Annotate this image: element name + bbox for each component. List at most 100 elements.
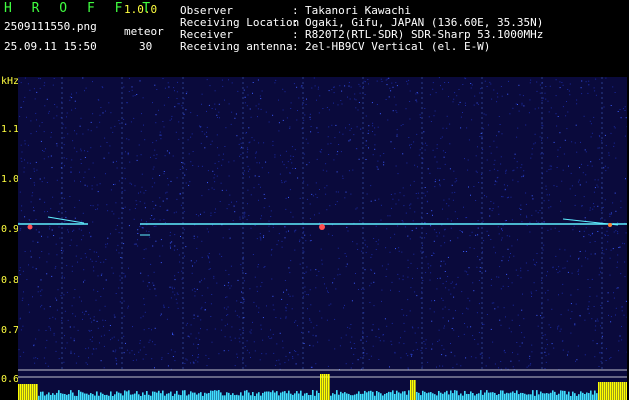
- noise-pixel: [334, 137, 336, 139]
- noise-pixel: [517, 104, 518, 105]
- noise-pixel: [490, 284, 492, 286]
- noise-pixel: [321, 259, 323, 261]
- noise-pixel: [505, 316, 506, 318]
- noise-pixel: [257, 108, 259, 110]
- power-bar: [614, 382, 616, 400]
- noise-pixel: [103, 157, 105, 159]
- noise-pixel: [19, 270, 21, 271]
- noise-pixel: [618, 350, 620, 352]
- noise-pixel: [606, 348, 607, 350]
- noise-pixel: [177, 103, 179, 105]
- noise-pixel: [226, 296, 228, 298]
- noise-pixel: [254, 225, 256, 226]
- noise-pixel: [178, 254, 180, 256]
- noise-pixel: [193, 343, 195, 345]
- noise-pixel: [144, 311, 146, 313]
- power-bar: [432, 393, 434, 400]
- noise-pixel: [374, 148, 376, 150]
- power-bar: [438, 390, 440, 400]
- noise-pixel: [361, 250, 363, 252]
- noise-pixel: [24, 140, 26, 142]
- noise-pixel: [345, 255, 347, 257]
- power-bar: [370, 390, 372, 400]
- noise-pixel: [577, 289, 579, 291]
- noise-pixel: [96, 320, 98, 322]
- noise-pixel: [309, 318, 311, 320]
- noise-pixel: [263, 142, 265, 144]
- noise-pixel: [550, 107, 552, 109]
- noise-pixel: [185, 246, 187, 248]
- noise-pixel: [569, 94, 571, 96]
- noise-pixel: [456, 363, 458, 365]
- noise-pixel: [464, 270, 466, 272]
- power-bar: [556, 394, 558, 400]
- noise-pixel: [383, 164, 385, 166]
- noise-pixel: [250, 329, 252, 331]
- noise-pixel: [581, 93, 583, 95]
- noise-pixel: [214, 212, 216, 213]
- noise-pixel: [250, 227, 252, 229]
- noise-pixel: [69, 326, 71, 328]
- noise-pixel: [322, 108, 324, 109]
- noise-pixel: [297, 325, 298, 327]
- noise-pixel: [335, 124, 337, 126]
- noise-pixel: [571, 311, 573, 313]
- noise-pixel: [337, 274, 339, 276]
- noise-pixel: [206, 131, 207, 133]
- noise-pixel: [285, 180, 287, 182]
- noise-pixel: [346, 226, 348, 228]
- noise-pixel: [521, 309, 523, 311]
- power-bar: [276, 391, 278, 400]
- noise-pixel: [114, 125, 116, 127]
- power-bar: [116, 391, 118, 400]
- noise-pixel: [84, 253, 86, 255]
- noise-pixel: [576, 103, 578, 105]
- noise-pixel: [143, 124, 144, 126]
- noise-pixel: [536, 81, 538, 83]
- noise-pixel: [359, 220, 361, 222]
- power-bar: [356, 393, 358, 400]
- noise-pixel: [508, 260, 509, 262]
- noise-pixel: [155, 140, 157, 142]
- noise-pixel: [141, 173, 143, 175]
- noise-pixel: [544, 334, 546, 336]
- noise-pixel: [224, 146, 226, 147]
- noise-pixel: [501, 95, 503, 97]
- noise-pixel: [216, 134, 218, 136]
- noise-pixel: [600, 360, 602, 362]
- noise-pixel: [61, 275, 63, 277]
- noise-pixel: [193, 362, 195, 364]
- noise-pixel: [600, 218, 602, 220]
- noise-pixel: [149, 218, 151, 220]
- y-tick-label: 0.6: [1, 374, 20, 385]
- noise-pixel: [403, 314, 405, 316]
- noise-pixel: [321, 317, 323, 319]
- noise-pixel: [521, 176, 522, 178]
- noise-pixel: [281, 182, 283, 184]
- noise-pixel: [243, 214, 245, 216]
- noise-pixel: [454, 92, 456, 94]
- noise-pixel: [41, 251, 43, 252]
- power-bar: [32, 384, 34, 400]
- noise-pixel: [442, 208, 443, 210]
- noise-pixel: [375, 336, 377, 338]
- noise-pixel: [424, 195, 426, 197]
- noise-pixel: [201, 195, 203, 197]
- noise-pixel: [441, 297, 443, 299]
- power-bar: [278, 395, 280, 400]
- noise-pixel: [130, 121, 132, 123]
- noise-pixel: [134, 95, 136, 96]
- noise-pixel: [326, 319, 328, 321]
- noise-pixel: [545, 188, 547, 190]
- noise-pixel: [46, 273, 48, 275]
- noise-pixel: [342, 175, 344, 177]
- noise-pixel: [561, 180, 563, 182]
- noise-pixel: [252, 254, 254, 255]
- noise-pixel: [256, 305, 257, 307]
- noise-pixel: [260, 239, 262, 241]
- noise-pixel: [450, 343, 451, 344]
- noise-pixel: [569, 188, 571, 190]
- noise-pixel: [448, 320, 449, 322]
- noise-pixel: [477, 256, 479, 258]
- noise-pixel: [388, 96, 390, 98]
